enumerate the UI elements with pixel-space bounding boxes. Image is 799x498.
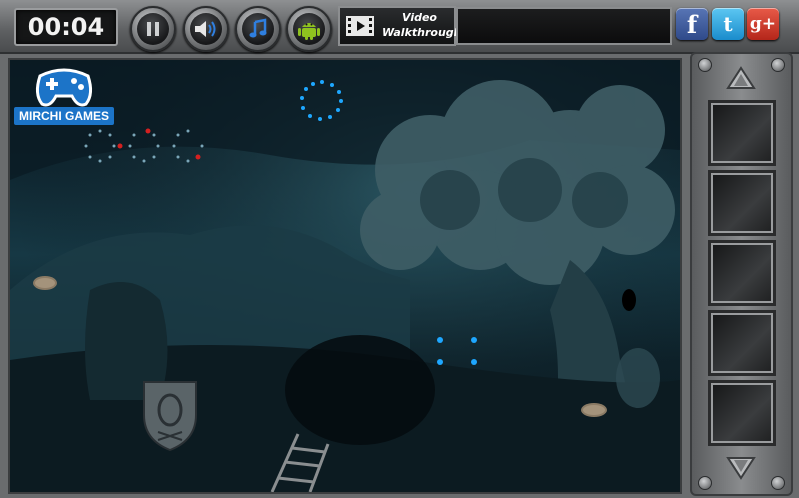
inventory-panel (690, 52, 793, 496)
android-button[interactable] (286, 6, 332, 52)
pause-icon (147, 22, 159, 36)
inventory-slot-1[interactable] (708, 100, 776, 166)
pause-button[interactable] (130, 6, 176, 52)
inventory-down-button[interactable] (708, 452, 774, 484)
facebook-button[interactable]: f (676, 8, 708, 40)
tree-hole[interactable] (622, 289, 636, 311)
googleplus-icon: g+ (749, 14, 777, 34)
twitter-button[interactable]: t (712, 8, 744, 40)
gamepad-icon (35, 68, 93, 107)
top-toolbar: 00:04 Video Walkthrough f t g+ (0, 0, 799, 54)
music-note-icon (249, 18, 267, 38)
twitter-icon: t (723, 12, 733, 36)
logo-text: MIRCHI GAMES (14, 107, 114, 125)
inventory-slot-4[interactable] (708, 310, 776, 376)
hedgehog-right[interactable] (581, 403, 607, 417)
message-bar (456, 7, 672, 45)
inventory-up-button[interactable] (708, 62, 774, 94)
mirchi-games-logo[interactable]: MIRCHI GAMES (12, 62, 114, 126)
music-button[interactable] (235, 6, 281, 52)
timer-display: 00:04 (14, 8, 118, 46)
walkthrough-label-line2: Walkthrough (382, 26, 462, 39)
facebook-icon: f (686, 9, 698, 39)
hedgehog-left[interactable] (33, 276, 57, 290)
carved-face (616, 348, 660, 408)
android-icon (298, 23, 320, 40)
googleplus-button[interactable]: g+ (747, 8, 779, 40)
arrow-up-icon (726, 66, 756, 89)
inventory-slot-2[interactable] (708, 170, 776, 236)
arrow-down-icon (726, 457, 756, 480)
inventory-slot-5[interactable] (708, 380, 776, 446)
inventory-slot-3[interactable] (708, 240, 776, 306)
game-scene: MIRCHI GAMES (8, 58, 682, 494)
film-icon (346, 16, 374, 36)
video-walkthrough-button[interactable]: Video Walkthrough (338, 6, 462, 46)
sound-button[interactable] (183, 6, 229, 52)
speaker-icon (195, 21, 216, 37)
cave-opening[interactable] (285, 335, 435, 445)
walkthrough-label-line1: Video (402, 11, 437, 24)
